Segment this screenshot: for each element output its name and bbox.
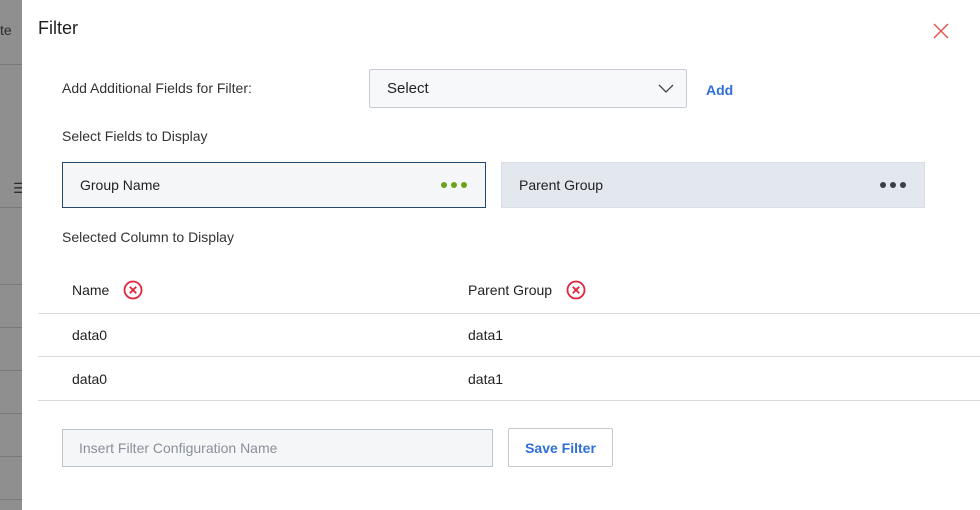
background-divider	[0, 456, 22, 457]
field-card-parent-group[interactable]: Parent Group	[501, 162, 925, 208]
background-divider	[0, 64, 22, 65]
field-card-label: Group Name	[80, 177, 161, 193]
add-field-button[interactable]: Add	[706, 82, 733, 98]
dialog-title: Filter	[38, 18, 78, 38]
field-card-group-name[interactable]: Group Name	[62, 162, 486, 208]
table-divider	[38, 313, 980, 314]
remove-column-icon[interactable]	[566, 280, 586, 300]
remove-column-icon[interactable]	[123, 280, 143, 300]
select-value: Select	[387, 80, 429, 97]
chevron-down-icon	[658, 84, 674, 93]
column-header-name: Name	[72, 280, 143, 300]
table-cell: data1	[468, 327, 504, 343]
display-fields-label: Select Fields to Display	[62, 128, 208, 144]
table-cell: data1	[468, 371, 504, 387]
background-divider	[0, 370, 22, 371]
background-text: te	[0, 22, 12, 38]
background-divider	[0, 327, 22, 328]
column-header-label: Parent Group	[468, 282, 553, 298]
table-divider	[38, 400, 980, 401]
background-divider	[0, 413, 22, 414]
table-cell: data0	[72, 371, 108, 387]
additional-fields-label: Add Additional Fields for Filter:	[62, 80, 252, 96]
field-card-label: Parent Group	[519, 177, 604, 193]
background-page: te ☰	[0, 0, 22, 510]
filter-dialog: Filter Add Additional Fields for Filter:…	[22, 0, 980, 510]
more-options-icon[interactable]	[441, 182, 467, 188]
additional-fields-select[interactable]: Select	[369, 69, 687, 108]
close-icon[interactable]	[932, 22, 950, 40]
filter-config-name-input[interactable]	[62, 429, 493, 467]
background-divider	[0, 207, 22, 208]
selected-columns-label: Selected Column to Display	[62, 229, 234, 245]
background-divider	[0, 499, 22, 500]
background-divider	[0, 284, 22, 285]
column-header-label: Name	[72, 282, 110, 298]
table-cell: data0	[72, 327, 108, 343]
background-sort-icon: ☰	[13, 180, 22, 196]
more-options-icon[interactable]	[880, 182, 906, 188]
save-filter-button[interactable]: Save Filter	[508, 428, 613, 467]
table-divider	[38, 356, 980, 357]
column-header-parent-group: Parent Group	[468, 280, 586, 300]
